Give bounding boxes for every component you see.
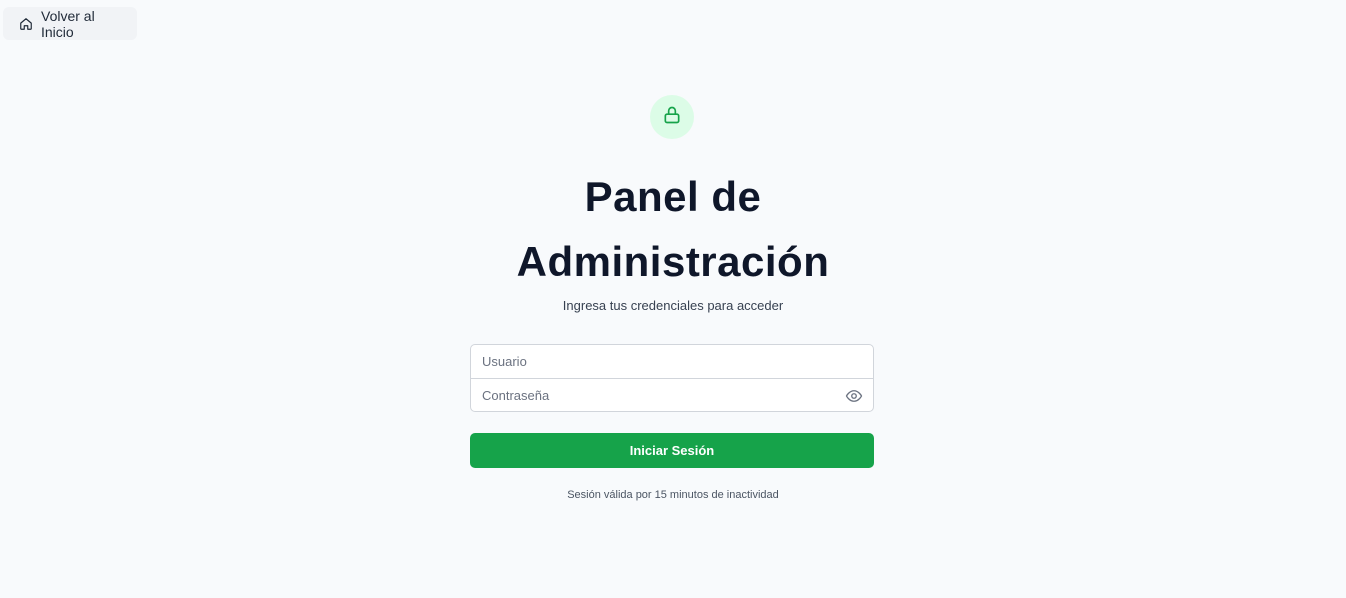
lock-badge — [650, 95, 694, 139]
username-field-wrapper — [471, 345, 873, 378]
home-icon — [19, 17, 33, 31]
page-subtitle: Ingresa tus credenciales para acceder — [562, 298, 784, 313]
login-button[interactable]: Iniciar Sesión — [470, 433, 874, 468]
username-input[interactable] — [471, 345, 873, 378]
eye-icon[interactable] — [845, 387, 863, 405]
back-to-home-label: Volver al Inicio — [41, 7, 95, 40]
back-to-home-button[interactable]: Volver al Inicio — [3, 7, 137, 40]
session-note: Sesión válida por 15 minutos de inactivi… — [567, 489, 779, 501]
lock-icon — [662, 105, 682, 130]
password-input[interactable] — [471, 379, 873, 411]
credentials-form — [470, 344, 874, 412]
page-title: Panel de Administración — [516, 173, 830, 285]
password-field-wrapper — [471, 378, 873, 411]
login-page: Volver al Inicio Panel de Administración… — [0, 0, 1346, 598]
